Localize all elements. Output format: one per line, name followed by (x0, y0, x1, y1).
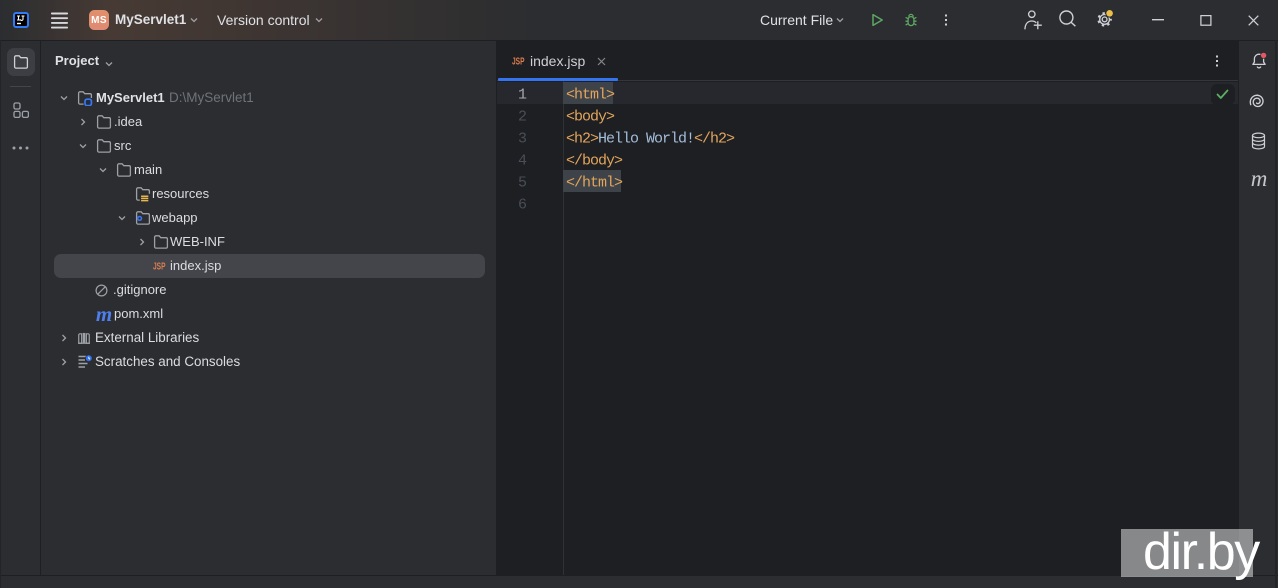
svg-text:JSP: JSP (512, 56, 525, 66)
svg-text:JSP: JSP (153, 261, 166, 271)
